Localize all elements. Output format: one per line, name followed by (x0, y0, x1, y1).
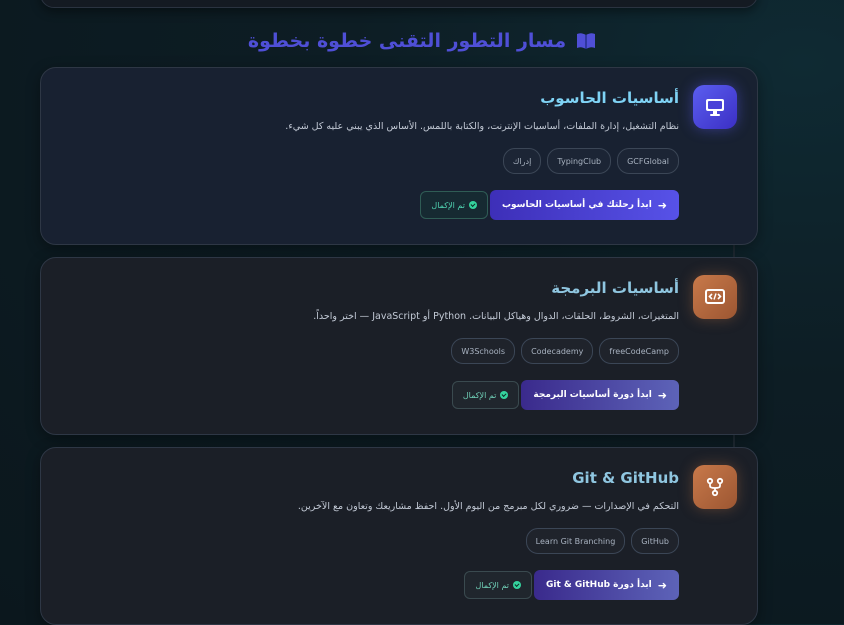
resource-chip[interactable]: GCFGlobal (617, 148, 679, 174)
resource-chip[interactable]: Codecademy (521, 338, 594, 364)
code-screen-icon (693, 275, 737, 319)
section-title: مسار التطور التقنى خطوة بخطوة (247, 30, 567, 52)
resource-chip[interactable]: TypingClub (547, 148, 612, 174)
card-title: أساسيات البرمجة (551, 279, 679, 297)
card-actions: ➜ ابدأ رحلتك في أساسيات الحاسوب تم الإكم… (420, 190, 679, 220)
roadmap-card-git-github: Git & GitHub التحكم في الإصدارات — ضروري… (40, 447, 758, 625)
resource-chip[interactable]: freeCodeCamp (599, 338, 679, 364)
start-course-label: ابدأ دورة Git & GitHub (546, 580, 652, 590)
book-icon (576, 32, 596, 50)
start-course-button[interactable]: ➜ ابدأ رحلتك في أساسيات الحاسوب (489, 190, 679, 220)
monitor-icon (693, 85, 737, 129)
arrow-left-icon: ➜ (657, 198, 667, 212)
resource-chip[interactable]: GitHub (631, 528, 679, 554)
arrow-left-icon: ➜ (657, 578, 667, 592)
start-course-button[interactable]: ➜ ابدأ دورة أساسيات البرمجة (521, 380, 679, 410)
mark-complete-label: تم الإكمال (431, 200, 465, 210)
check-circle-icon (513, 581, 521, 589)
check-circle-icon (468, 201, 477, 209)
card-description: نظام التشغيل، إدارة الملفات، أساسيات الإ… (285, 121, 679, 132)
start-course-button[interactable]: ➜ ابدأ دورة Git & GitHub (534, 570, 679, 600)
mark-complete-button[interactable]: تم الإكمال (464, 571, 532, 599)
start-course-label: ابدأ دورة أساسيات البرمجة (533, 390, 652, 400)
start-course-label: ابدأ رحلتك في أساسيات الحاسوب (501, 200, 652, 210)
card-actions: ➜ ابدأ دورة Git & GitHub تم الإكمال (464, 570, 679, 600)
mark-complete-button[interactable]: تم الإكمال (420, 191, 488, 219)
resource-chip[interactable]: إدراك (502, 148, 542, 174)
card-description: المتغيرات، الشروط، الحلقات، الدوال وهياك… (313, 311, 679, 322)
git-branch-icon (693, 465, 737, 509)
mark-complete-button[interactable]: تم الإكمال (451, 381, 520, 409)
resource-chips: GitHub Learn Git Branching (525, 528, 679, 554)
resource-chip[interactable]: Learn Git Branching (525, 528, 626, 554)
roadmap-card-computer-basics: أساسيات الحاسوب نظام التشغيل، إدارة المل… (40, 67, 758, 245)
resource-chips: GCFGlobal TypingClub إدراك (502, 148, 679, 174)
card-title: Git & GitHub (572, 469, 679, 487)
section-header: مسار التطور التقنى خطوة بخطوة (0, 30, 844, 52)
mark-complete-label: تم الإكمال (475, 580, 509, 590)
mark-complete-label: تم الإكمال (462, 390, 497, 400)
check-circle-icon (500, 391, 509, 399)
roadmap-card-programming-basics: أساسيات البرمجة المتغيرات، الشروط، الحلق… (40, 257, 758, 435)
previous-card-edge (40, 0, 758, 8)
arrow-left-icon: ➜ (657, 388, 667, 402)
card-actions: ➜ ابدأ دورة أساسيات البرمجة تم الإكمال (451, 380, 679, 410)
card-title: أساسيات الحاسوب (540, 89, 679, 107)
card-description: التحكم في الإصدارات — ضروري لكل مبرمج من… (297, 501, 679, 512)
resource-chips: freeCodeCamp Codecademy W3Schools (451, 338, 679, 364)
resource-chip[interactable]: W3Schools (451, 338, 516, 364)
